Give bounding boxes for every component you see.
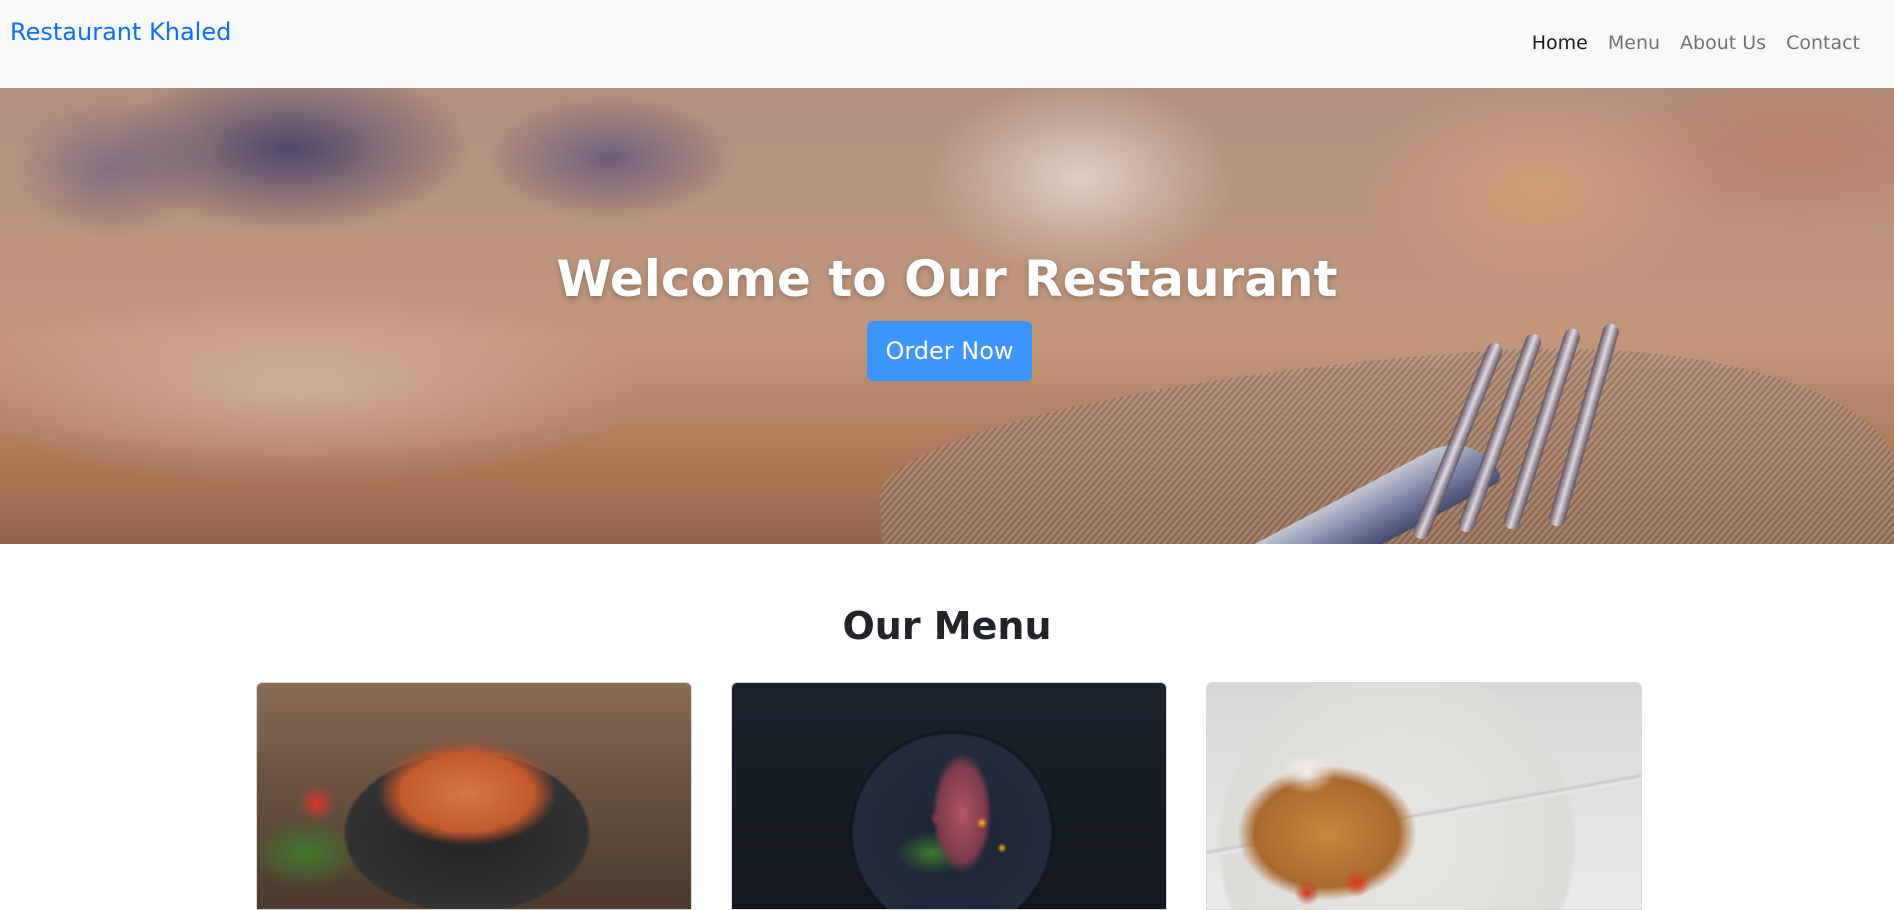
grilled-salmon-image — [257, 683, 691, 909]
menu-card[interactable] — [1206, 682, 1642, 910]
brand-link[interactable]: Restaurant Khaled — [10, 18, 231, 46]
menu-section-title: Our Menu — [842, 604, 1052, 648]
hero-banner: Welcome to Our Restaurant Order Now — [0, 88, 1894, 544]
nav-links: Home Menu About Us Contact — [1532, 32, 1860, 54]
hero-title: Welcome to Our Restaurant — [556, 250, 1338, 308]
menu-card[interactable] — [731, 682, 1167, 910]
navbar: Restaurant Khaled Home Menu About Us Con… — [0, 0, 1894, 88]
squid-dish-image — [732, 683, 1166, 909]
nav-link-home[interactable]: Home — [1532, 32, 1588, 54]
menu-card[interactable] — [256, 682, 692, 910]
hero-content: Welcome to Our Restaurant Order Now — [0, 88, 1894, 544]
order-now-button[interactable]: Order Now — [867, 321, 1032, 381]
nav-link-contact[interactable]: Contact — [1786, 32, 1860, 54]
nav-link-menu[interactable]: Menu — [1608, 32, 1660, 54]
salad-bowl-image — [1207, 683, 1641, 909]
nav-link-about-us[interactable]: About Us — [1680, 32, 1766, 54]
